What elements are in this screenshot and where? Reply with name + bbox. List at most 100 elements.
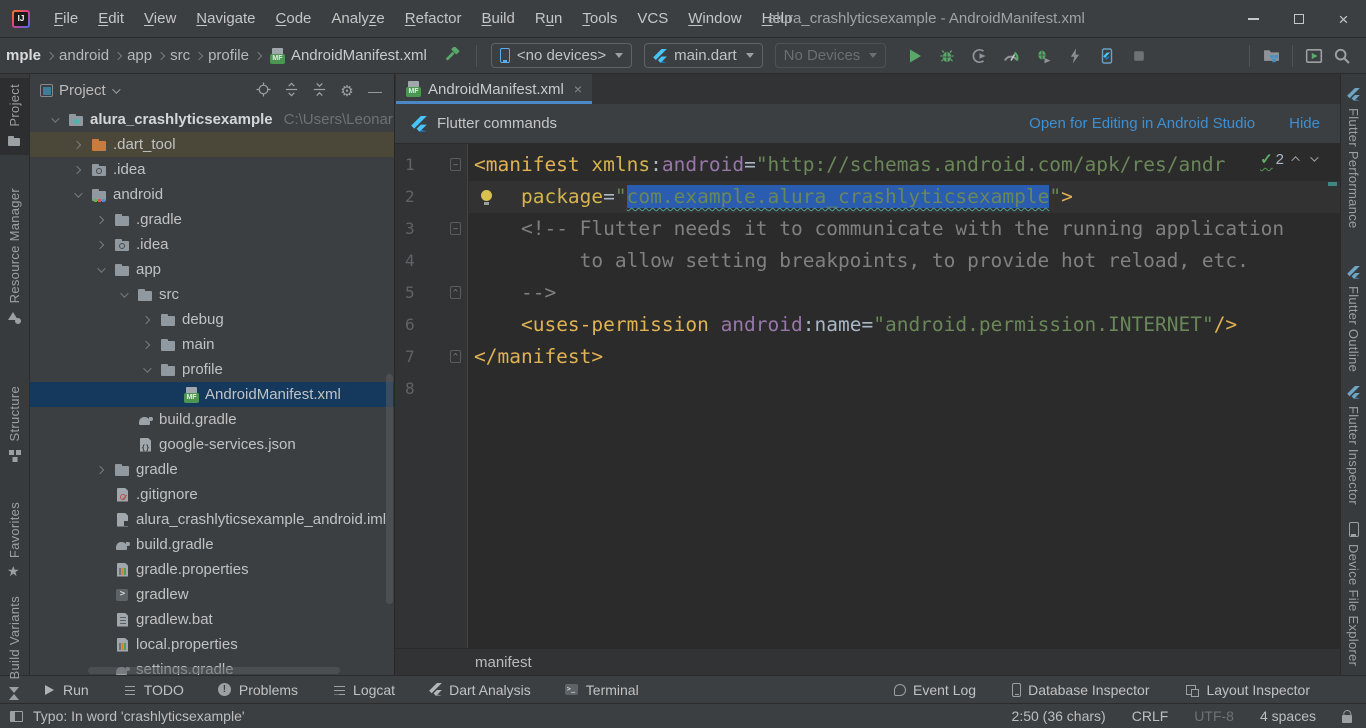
breadcrumb-item-app[interactable]: app: [125, 47, 154, 64]
code-text[interactable]: -->: [469, 277, 1340, 309]
toolwindow-run[interactable]: Run: [42, 682, 89, 698]
flutter-device-combo[interactable]: No Devices: [775, 43, 887, 68]
chevron-right-icon[interactable]: [90, 467, 109, 473]
open-in-android-studio-link[interactable]: Open for Editing in Android Studio: [1029, 115, 1255, 132]
tree-item-alura-crashlyticsexample-android-iml[interactable]: alura_crashlyticsexample_android.iml: [30, 507, 394, 532]
tree-item-gradle[interactable]: gradle: [30, 457, 394, 482]
collapse-all-button[interactable]: [308, 82, 330, 100]
menu-run[interactable]: Run: [525, 0, 573, 38]
menu-analyze[interactable]: Analyze: [321, 0, 394, 38]
tree-item-app[interactable]: app: [30, 257, 394, 282]
menu-tools[interactable]: Tools: [572, 0, 627, 38]
device-manager-button[interactable]: [1300, 43, 1328, 69]
project-structure-button[interactable]: [1257, 43, 1285, 69]
tool-button-flutter-inspector[interactable]: Flutter Inspector: [1341, 380, 1366, 511]
tree-item-build-gradle[interactable]: build.gradle: [30, 407, 394, 432]
fold-end-marker-icon[interactable]: ^: [450, 286, 461, 299]
run-config-combo[interactable]: main.dart: [644, 43, 763, 68]
tool-button-structure[interactable]: Structure: [0, 380, 29, 469]
tree-item-idea[interactable]: .idea: [30, 232, 394, 257]
error-stripe-mark[interactable]: [1328, 182, 1337, 186]
breadcrumb-item-android[interactable]: android: [57, 47, 111, 64]
vertical-scrollbar[interactable]: [386, 374, 393, 604]
code-text[interactable]: package="com.example.alura_crashlyticsex…: [469, 181, 1340, 213]
code-text[interactable]: to allow setting breakpoints, to provide…: [469, 245, 1340, 277]
code-text[interactable]: [469, 373, 1340, 405]
tree-item-google-services-json[interactable]: {}google-services.json: [30, 432, 394, 457]
breadcrumb-item-mple[interactable]: mple: [4, 47, 43, 64]
indent-setting[interactable]: 4 spaces: [1260, 708, 1316, 724]
tree-item-debug[interactable]: debug: [30, 307, 394, 332]
device-selector-combo[interactable]: <no devices>: [491, 43, 632, 68]
code-text[interactable]: <uses-permission android:name="android.p…: [469, 309, 1340, 341]
chevron-right-icon[interactable]: [67, 167, 86, 173]
toolwindow-problems[interactable]: Problems: [218, 682, 298, 698]
tool-button-build-variants[interactable]: Build Variants: [0, 590, 29, 707]
tree-item-local-properties[interactable]: local.properties: [30, 632, 394, 657]
tree-item-gradle-properties[interactable]: gradle.properties: [30, 557, 394, 582]
chevron-down-icon[interactable]: [136, 367, 155, 373]
tree-item-build-gradle[interactable]: build.gradle: [30, 532, 394, 557]
code-text[interactable]: <!-- Flutter needs it to communicate wit…: [469, 213, 1340, 245]
code-text[interactable]: </manifest>: [469, 341, 1340, 373]
locate-target-button[interactable]: [252, 82, 274, 100]
fold-marker-icon[interactable]: –: [450, 222, 461, 235]
settings-gear-button[interactable]: ⚙: [336, 82, 358, 100]
breadcrumb-item-src[interactable]: src: [168, 47, 192, 64]
tool-button-flutter-performance[interactable]: Flutter Performance: [1341, 82, 1366, 235]
menu-navigate[interactable]: Navigate: [186, 0, 265, 38]
hide-banner-link[interactable]: Hide: [1289, 115, 1320, 132]
fold-end-marker-icon[interactable]: ^: [450, 350, 461, 363]
code-text[interactable]: <manifest xmlns:android="http://schemas.…: [469, 149, 1340, 181]
menu-view[interactable]: View: [134, 0, 186, 38]
close-tab-icon[interactable]: ×: [574, 81, 582, 97]
chevron-down-icon[interactable]: [113, 292, 132, 298]
menu-refactor[interactable]: Refactor: [395, 0, 472, 38]
readonly-lock-icon[interactable]: [1342, 715, 1352, 723]
toolwindow-dart-analysis[interactable]: Dart Analysis: [429, 682, 531, 698]
inspection-widget[interactable]: ✓ 2: [1260, 150, 1316, 168]
close-button[interactable]: ×: [1321, 0, 1366, 38]
fold-marker-icon[interactable]: –: [450, 158, 461, 171]
tool-button-resource-manager[interactable]: Resource Manager: [0, 182, 29, 331]
chevron-right-icon[interactable]: [136, 317, 155, 323]
chevron-down-icon[interactable]: [67, 192, 86, 198]
hide-panel-button[interactable]: —: [364, 83, 386, 99]
chevron-right-icon[interactable]: [136, 342, 155, 348]
tab-androidmanifest[interactable]: MF AndroidManifest.xml ×: [396, 74, 592, 104]
menu-window[interactable]: Window: [678, 0, 751, 38]
run-button[interactable]: [901, 43, 929, 69]
toolwindow-todo[interactable]: TODO: [123, 682, 184, 698]
hot-reload-lightning-button[interactable]: [1061, 43, 1089, 69]
chevron-down-icon[interactable]: [44, 117, 63, 123]
menu-vcs[interactable]: VCS: [627, 0, 678, 38]
stop-button[interactable]: [1125, 43, 1153, 69]
toolwindow-logcat[interactable]: Logcat: [332, 682, 395, 698]
toolwindow-database-inspector[interactable]: Database Inspector: [1012, 682, 1149, 698]
attach-debugger-button[interactable]: [1029, 43, 1057, 69]
project-panel-title[interactable]: Project: [59, 82, 106, 99]
chevron-down-icon[interactable]: [90, 267, 109, 273]
expand-all-button[interactable]: [280, 82, 302, 100]
tool-button-favorites[interactable]: Favorites: [0, 496, 29, 586]
tree-item-androidmanifest-xml[interactable]: MFAndroidManifest.xml: [30, 382, 394, 407]
minimize-button[interactable]: [1231, 0, 1276, 38]
tree-item-android[interactable]: android: [30, 182, 394, 207]
chevron-right-icon[interactable]: [90, 242, 109, 248]
breadcrumb-file[interactable]: MF AndroidManifest.xml: [269, 47, 427, 64]
attach-profiler-button[interactable]: [965, 43, 993, 69]
tree-item-gitignore[interactable]: .gitignore: [30, 482, 394, 507]
prev-problem-icon[interactable]: [1291, 156, 1299, 164]
tree-item-gradle[interactable]: .gradle: [30, 207, 394, 232]
toolwindow-switcher-icon[interactable]: [10, 711, 23, 722]
profile-gauge-button[interactable]: [997, 43, 1025, 69]
intention-bulb-icon[interactable]: [481, 190, 492, 201]
tree-item-main[interactable]: main: [30, 332, 394, 357]
menu-file[interactable]: File: [44, 0, 88, 38]
tree-item-idea[interactable]: .idea: [30, 157, 394, 182]
tree-item-profile[interactable]: profile: [30, 357, 394, 382]
tree-item-gradlew[interactable]: >gradlew: [30, 582, 394, 607]
maximize-button[interactable]: [1276, 0, 1321, 38]
caret-position[interactable]: 2:50 (36 chars): [1012, 708, 1106, 724]
tool-button-flutter-outline[interactable]: Flutter Outline: [1341, 260, 1366, 378]
